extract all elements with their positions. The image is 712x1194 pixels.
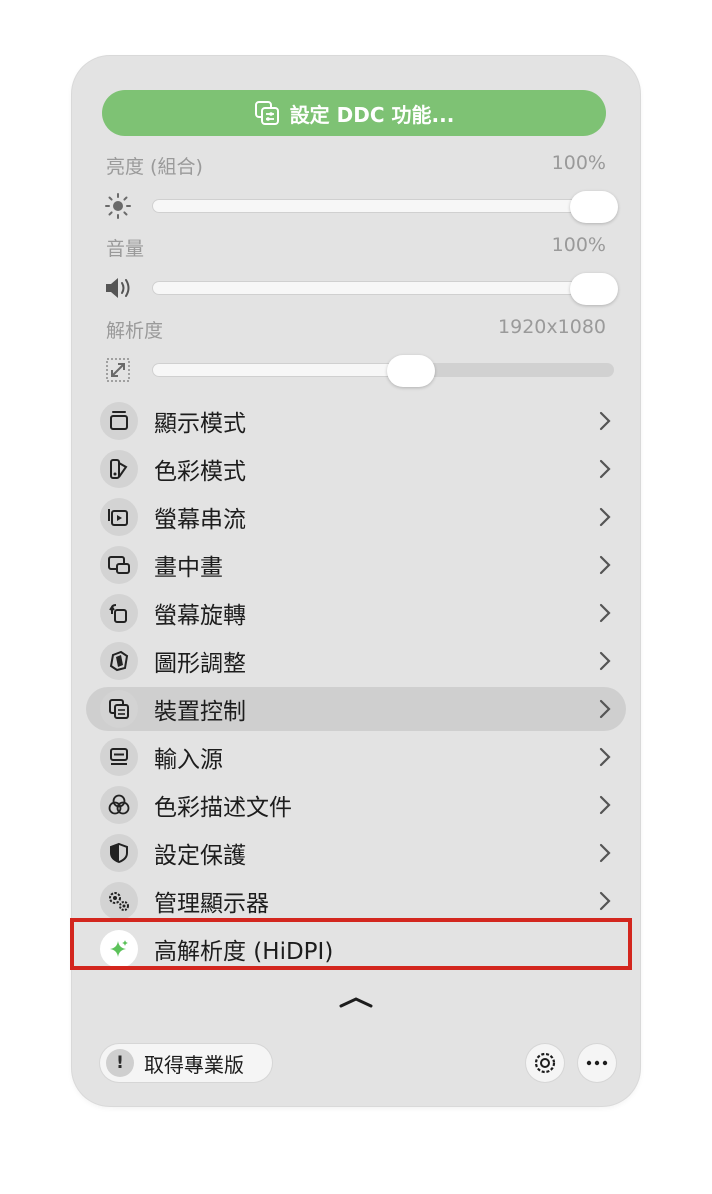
menu-item-label: 裝置控制 [154,699,246,725]
exclamation-icon: ! [106,1049,134,1077]
menu-item-display-mode[interactable]: 顯示模式 [86,399,626,443]
ellipsis-icon [586,1060,608,1066]
gear-icon [534,1052,556,1074]
input-source-icon [100,738,138,776]
volume-slider-row [104,270,618,306]
ddc-settings-icon [254,100,280,126]
brightness-slider-row [104,188,618,224]
chevron-right-icon [599,699,611,719]
chevron-up-icon[interactable] [338,994,374,1010]
menu-item-label: 顯示模式 [154,411,246,437]
stream-icon [100,498,138,536]
menu-item-label: 圖形調整 [154,651,246,677]
device-control-icon [100,690,138,728]
chevron-right-icon [599,507,611,527]
chevron-right-icon [599,651,611,671]
resolution-value: 1920x1080 [498,316,606,338]
volume-header: 音量 100% [106,234,606,261]
brightness-value: 100% [551,152,606,174]
volume-slider-fill [152,281,594,295]
shield-icon [100,834,138,872]
hidpi-highlight-box [70,918,632,970]
menu-item-label: 螢幕旋轉 [154,603,246,629]
menu-item-label: 色彩模式 [154,459,246,485]
chevron-right-icon [599,459,611,479]
chevron-right-icon [599,795,611,815]
gears-icon [100,882,138,920]
menu-item-stream[interactable]: 螢幕串流 [86,495,626,539]
chevron-right-icon [599,603,611,623]
menu-item-device-control[interactable]: 裝置控制 [86,687,626,731]
menu-item-picture-in-picture[interactable]: 畫中畫 [86,543,626,587]
chevron-right-icon [599,411,611,431]
resolution-label: 解析度 [106,320,164,342]
menu-item-image-adjust[interactable]: 圖形調整 [86,639,626,683]
menu-item-color-mode[interactable]: 色彩模式 [86,447,626,491]
menu-item-label: 管理顯示器 [154,891,269,917]
menu-item-label: 畫中畫 [154,555,223,581]
menu-item-manage-displays[interactable]: 管理顯示器 [86,879,626,923]
get-pro-button[interactable]: ! 取得專業版 [100,1044,272,1082]
color-profile-icon [100,786,138,824]
volume-slider[interactable] [152,273,618,305]
ddc-settings-button[interactable]: 設定 DDC 功能... [102,90,606,136]
settings-button[interactable] [526,1044,564,1082]
chevron-right-icon [599,891,611,911]
image-adjust-icon [100,642,138,680]
color-mode-icon [100,450,138,488]
sun-icon [104,192,132,220]
brightness-slider-knob[interactable] [570,191,618,223]
menu-item-label: 螢幕串流 [154,507,246,533]
speaker-icon [104,274,132,302]
menu-item-label: 色彩描述文件 [154,795,292,821]
menu-item-label: 設定保護 [154,843,246,869]
resolution-slider-knob[interactable] [387,355,435,387]
volume-label: 音量 [106,238,145,260]
brightness-slider-fill [152,199,594,213]
menu-item-color-profile[interactable]: 色彩描述文件 [86,783,626,827]
resolution-header: 解析度 1920x1080 [106,316,606,343]
menu-item-rotate[interactable]: 螢幕旋轉 [86,591,626,635]
volume-value: 100% [551,234,606,256]
chevron-right-icon [599,747,611,767]
menu-item-label: 輸入源 [154,747,223,773]
more-button[interactable] [578,1044,616,1082]
resolution-slider-row [104,352,614,388]
picture-in-picture-icon [100,546,138,584]
menu-item-input-source[interactable]: 輸入源 [86,735,626,779]
get-pro-label: 取得專業版 [144,1052,244,1077]
chevron-right-icon [599,843,611,863]
volume-slider-knob[interactable] [570,273,618,305]
ddc-settings-label: 設定 DDC 功能... [289,102,455,127]
resolution-slider-fill [152,363,411,377]
brightness-label: 亮度 (組合) [106,156,203,178]
chevron-right-icon [599,555,611,575]
resolution-slider[interactable] [152,355,614,387]
rotate-icon [100,594,138,632]
menu-item-protection[interactable]: 設定保護 [86,831,626,875]
brightness-slider[interactable] [152,191,618,223]
resize-icon [104,356,132,384]
brightness-header: 亮度 (組合) 100% [106,152,606,179]
display-mode-icon [100,402,138,440]
